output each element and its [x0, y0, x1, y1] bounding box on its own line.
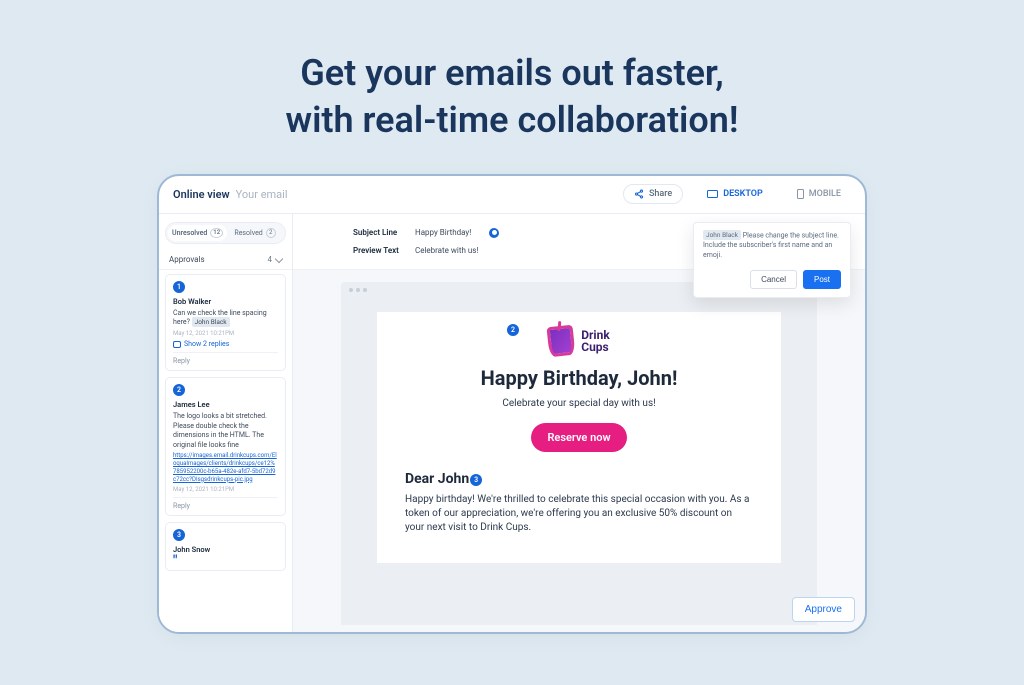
subject-line-row: Subject Line Happy Birthday! [353, 228, 675, 238]
share-label: Share [649, 189, 672, 199]
tab-unresolved-label: Unresolved [172, 229, 207, 237]
app-frame: Online view Your email Share DESKTOP MOB… [157, 174, 867, 634]
content: Unresolved 12 Resolved 2 Approvals 4 [159, 214, 865, 632]
comment-index-bubble: 3 [173, 529, 185, 541]
mobile-label: MOBILE [809, 189, 841, 199]
comments-sidebar: Unresolved 12 Resolved 2 Approvals 4 [159, 214, 293, 632]
preview-value[interactable]: Celebrate with us! [415, 246, 478, 255]
tab-unresolved-count: 12 [210, 228, 223, 238]
email-heading: Happy Birthday, John! [405, 366, 753, 390]
editor-area: Subject Line Happy Birthday! Preview Tex… [293, 214, 865, 632]
window-dot [356, 288, 360, 292]
popover-message[interactable]: John Black Please change the subject lin… [703, 231, 841, 261]
topbar: Online view Your email Share DESKTOP MOB… [159, 176, 865, 214]
subject-label: Subject Line [353, 228, 415, 237]
chevron-down-icon [275, 255, 283, 263]
comment-author: James Lee [173, 400, 278, 409]
preview-text-row: Preview Text Celebrate with us! [353, 246, 675, 255]
mention-tag[interactable]: John Black [192, 317, 230, 327]
preview-frame: 2 Drink Cups Happy Birthday, John! Celeb… [293, 270, 865, 625]
brand-logo: 2 Drink Cups [405, 326, 753, 356]
approvals-row[interactable]: Approvals 4 [159, 250, 292, 270]
hero-title: Get your emails out faster, with real-ti… [0, 0, 1024, 174]
brand-text: Drink Cups [581, 329, 610, 353]
email-name-placeholder[interactable]: Your email [236, 188, 288, 201]
comment-popover: John Black Please change the subject lin… [693, 222, 851, 299]
cup-icon [547, 324, 576, 357]
approvals-count-wrap: 4 [268, 255, 283, 264]
popover-actions: Cancel Post [703, 270, 841, 289]
desktop-icon [707, 190, 718, 198]
mention-tag[interactable]: John Black [703, 230, 741, 240]
greeting-pre: Dear John [405, 471, 469, 487]
comments-filter-tabs: Unresolved 12 Resolved 2 [165, 222, 286, 244]
comments-list[interactable]: 1 Bob Walker Can we check the line spaci… [159, 270, 292, 632]
device-toggle-mobile[interactable]: MOBILE [787, 185, 851, 203]
comment-timestamp: May 12, 2021 10:21PM [173, 330, 278, 337]
comment-author: John Snow [173, 545, 278, 554]
reserve-now-button[interactable]: Reserve now [531, 423, 626, 452]
approve-button[interactable]: Approve [792, 597, 855, 622]
reply-action[interactable]: Reply [173, 352, 278, 365]
tab-unresolved[interactable]: Unresolved 12 [168, 225, 227, 241]
reply-action[interactable]: Reply [173, 497, 278, 510]
comment-marker-icon[interactable] [489, 228, 499, 238]
comment-bubble-2[interactable]: 2 [507, 324, 519, 336]
hero-line2: with real-time collaboration! [0, 97, 1024, 144]
chat-icon [173, 341, 181, 348]
email-greeting: Dear John3 [405, 471, 482, 487]
post-button[interactable]: Post [803, 270, 841, 289]
subject-value[interactable]: Happy Birthday! [415, 228, 471, 237]
comment-body: Can we check the line spacing here? John… [173, 309, 278, 328]
approvals-count: 4 [268, 255, 273, 264]
share-button[interactable]: Share [623, 184, 683, 204]
device-toggle-desktop[interactable]: DESKTOP [697, 185, 773, 203]
email-card: 2 Drink Cups Happy Birthday, John! Celeb… [377, 312, 781, 563]
approvals-label: Approvals [169, 255, 205, 264]
comment-index-bubble: 1 [173, 281, 185, 293]
window-dot [363, 288, 367, 292]
cancel-button[interactable]: Cancel [750, 270, 797, 289]
comment-author: Bob Walker [173, 297, 278, 306]
desktop-label: DESKTOP [723, 189, 763, 199]
show-replies-link[interactable]: Show 2 replies [173, 340, 278, 348]
tab-resolved-label: Resolved [234, 229, 262, 237]
quote-icon: " [173, 558, 278, 565]
tab-resolved[interactable]: Resolved 2 [227, 225, 283, 241]
email-body-paragraph: Happy birthday! We're thrilled to celebr… [405, 493, 753, 535]
tab-resolved-count: 2 [266, 228, 276, 238]
mobile-icon [797, 189, 804, 199]
preview-label: Preview Text [353, 246, 415, 255]
comment-card[interactable]: 2 James Lee The logo looks a bit stretch… [165, 377, 286, 516]
preview-email-body[interactable]: 2 Drink Cups Happy Birthday, John! Celeb… [341, 298, 817, 625]
comment-card[interactable]: 1 Bob Walker Can we check the line spaci… [165, 274, 286, 372]
comment-card[interactable]: 3 John Snow " [165, 522, 286, 571]
view-mode-label: Online view [173, 188, 230, 201]
comment-bubble-3[interactable]: 3 [470, 474, 482, 486]
email-subheading: Celebrate your special day with us! [405, 398, 753, 409]
show-replies-label: Show 2 replies [184, 340, 229, 348]
window-dot [349, 288, 353, 292]
comment-body: The logo looks a bit stretched. Please d… [173, 412, 278, 450]
comment-index-bubble: 2 [173, 384, 185, 396]
comment-url-link[interactable]: https://images.email.drinkcups.com/Eloqu… [173, 452, 278, 483]
topbar-right: Share DESKTOP MOBILE [623, 184, 851, 204]
comment-timestamp: May 12, 2021 10:21PM [173, 486, 278, 493]
brand-line2: Cups [581, 340, 609, 354]
share-icon [634, 189, 644, 199]
hero-line1: Get your emails out faster, [0, 50, 1024, 97]
